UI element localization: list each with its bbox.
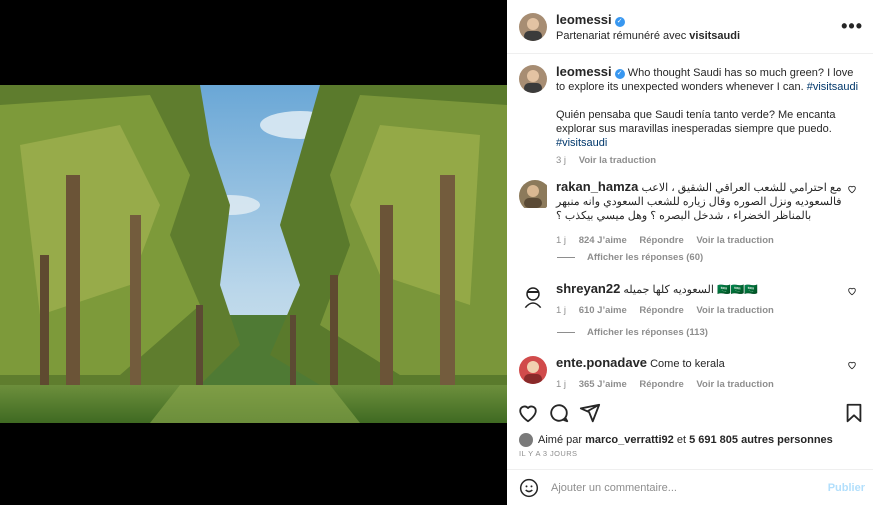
- comment-likes[interactable]: 824 J’aime: [579, 235, 627, 246]
- hashtag-link[interactable]: #visitsaudi: [807, 81, 858, 93]
- likes-prefix: Aimé par: [538, 434, 583, 446]
- comment-username[interactable]: shreyan22: [556, 281, 620, 296]
- author-avatar[interactable]: [519, 12, 547, 41]
- heart-icon[interactable]: [847, 360, 857, 370]
- verified-icon: ✓: [614, 69, 625, 79]
- comment-avatar[interactable]: [519, 180, 551, 212]
- caption-avatar[interactable]: [519, 65, 547, 93]
- comment-username[interactable]: rakan_hamza: [556, 179, 638, 194]
- comment-item: ente.ponadave Come to kerala 1 j 365 J’a…: [519, 356, 863, 390]
- emoji-icon[interactable]: [519, 478, 539, 498]
- comment-avatar[interactable]: [519, 356, 547, 384]
- translate-link[interactable]: Voir la traduction: [696, 379, 773, 390]
- comment-avatar[interactable]: [519, 282, 547, 310]
- heart-icon[interactable]: [517, 402, 539, 424]
- caption-text-es: Quién pensaba que Saudi tenía tanto verd…: [556, 109, 836, 135]
- comment-item: shreyan22 السعوديه كلها جميله 🇸🇦🇸🇦🇸🇦 1 j…: [519, 282, 863, 316]
- post-photo[interactable]: [0, 85, 507, 423]
- reply-button[interactable]: Répondre: [639, 235, 683, 246]
- action-bar: [507, 398, 873, 428]
- heart-icon[interactable]: [847, 286, 857, 296]
- comment-likes[interactable]: 365 J’aime: [579, 379, 627, 390]
- likes-summary: Aimé par marco_verratti92 et 5 691 805 a…: [519, 433, 833, 447]
- comment-item: rakan_hamza مع احترامي للشعب العراقي الش…: [519, 180, 863, 246]
- view-replies-button[interactable]: Afficher les réponses (113): [557, 327, 708, 338]
- comment-time[interactable]: 1 j: [556, 305, 566, 316]
- caption-username[interactable]: leomessi: [556, 64, 612, 79]
- comment-likes[interactable]: 610 J’aime: [579, 305, 627, 316]
- translate-link[interactable]: Voir la traduction: [696, 305, 773, 316]
- caption: leomessi ✓ Who thought Saudi has so much …: [519, 65, 863, 166]
- reply-button[interactable]: Répondre: [639, 305, 683, 316]
- likes-middle: et: [676, 434, 687, 446]
- post-header: leomessi ✓ Partenariat rémunéré avec visi…: [507, 0, 873, 54]
- view-replies-label: Afficher les réponses (113): [587, 327, 708, 338]
- liker-username[interactable]: marco_verratti92: [585, 434, 674, 446]
- liker-avatar[interactable]: [519, 433, 533, 447]
- post-modal: leomessi ✓ Partenariat rémunéré avec visi…: [0, 0, 873, 505]
- post-date[interactable]: IL Y A 3 JOURS: [519, 449, 577, 458]
- comment-text: Come to kerala: [650, 358, 725, 370]
- comment-input[interactable]: Ajouter un commentaire...: [551, 482, 677, 494]
- palm-grove-image: [0, 85, 507, 423]
- heart-icon[interactable]: [847, 184, 857, 194]
- caption-time[interactable]: 3 j: [556, 155, 566, 166]
- post-comment-button[interactable]: Publier: [828, 482, 865, 494]
- view-replies-button[interactable]: Afficher les réponses (60): [557, 252, 703, 263]
- reply-button[interactable]: Répondre: [639, 379, 683, 390]
- hashtag-link[interactable]: #visitsaudi: [556, 137, 607, 149]
- verified-icon: ✓: [614, 17, 625, 27]
- comment-icon[interactable]: [548, 402, 570, 424]
- sponsor-link[interactable]: visitsaudi: [689, 30, 740, 42]
- more-icon[interactable]: •••: [841, 16, 863, 37]
- author-username[interactable]: leomessi: [556, 12, 612, 27]
- bookmark-icon[interactable]: [843, 402, 865, 424]
- comment-time[interactable]: 1 j: [556, 379, 566, 390]
- view-replies-label: Afficher les réponses (60): [587, 252, 704, 263]
- share-icon[interactable]: [579, 402, 601, 424]
- post-sidebar: leomessi ✓ Partenariat rémunéré avec visi…: [507, 0, 873, 505]
- translate-link[interactable]: Voir la traduction: [696, 235, 773, 246]
- paid-partnership: Partenariat rémunéré avec visitsaudi: [556, 30, 740, 42]
- comment-time[interactable]: 1 j: [556, 235, 566, 246]
- comment-username[interactable]: ente.ponadave: [556, 355, 647, 370]
- comment-text: السعوديه كلها جميله 🇸🇦🇸🇦🇸🇦: [623, 284, 759, 296]
- partnership-label: Partenariat rémunéré avec: [556, 30, 687, 42]
- post-media: [0, 0, 507, 505]
- likes-count[interactable]: 5 691 805 autres personnes: [689, 434, 833, 446]
- translate-link[interactable]: Voir la traduction: [579, 155, 656, 166]
- add-comment-bar: Ajouter un commentaire... Publier: [507, 469, 873, 505]
